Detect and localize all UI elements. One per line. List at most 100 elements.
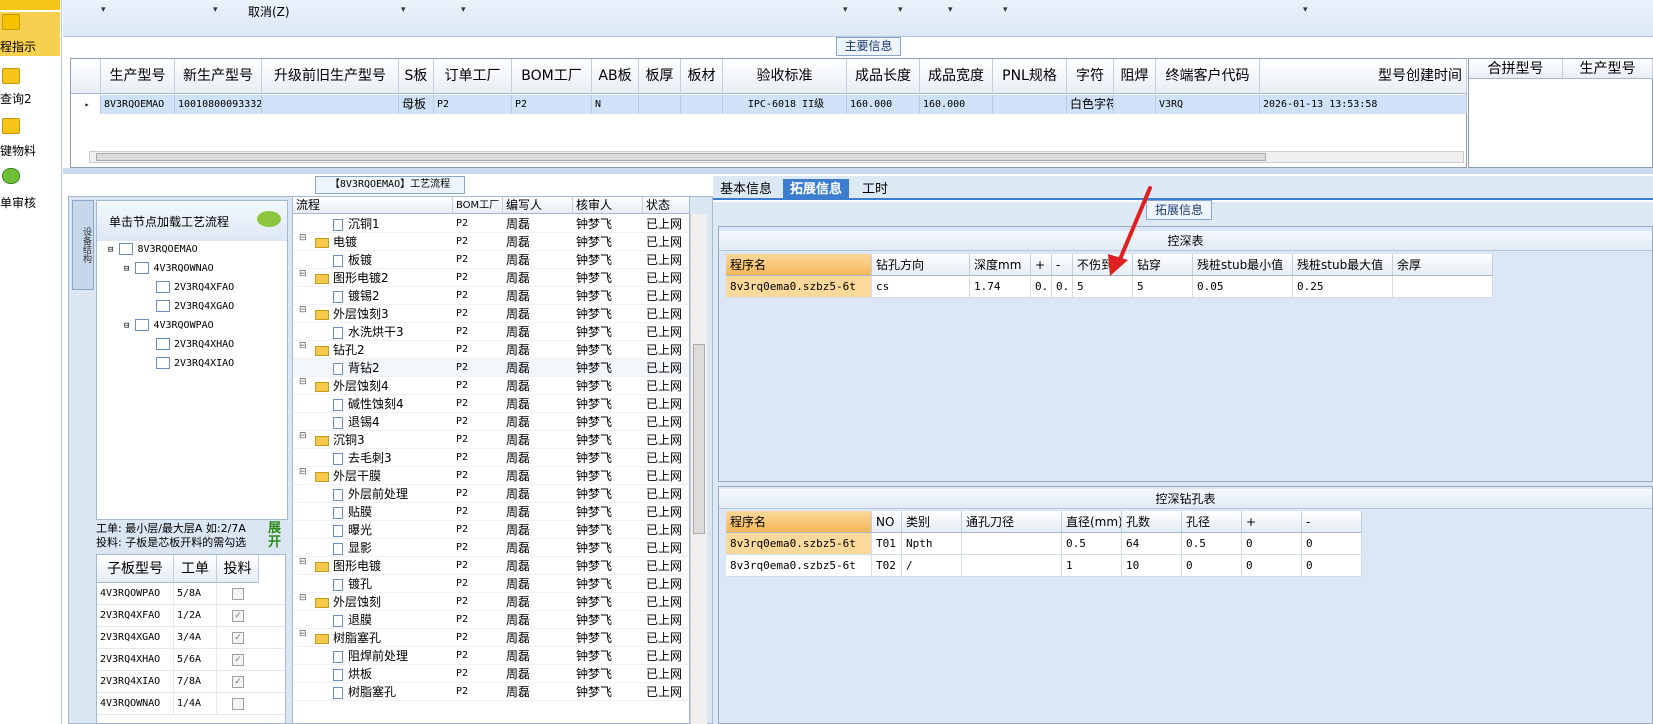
splitter[interactable] [63, 168, 1653, 174]
cell[interactable]: 母板 [399, 95, 434, 114]
sub-board-row[interactable]: 2V3RQ4XIAO 7/8A ✓ [97, 671, 285, 693]
nav-item-query2[interactable]: 查询2 [0, 66, 60, 106]
cell[interactable]: 0 [1302, 555, 1362, 577]
process-row[interactable]: ⊟ 电镀 P2 周磊 钟梦飞 已上网 [293, 233, 689, 251]
process-row[interactable]: ⊟ 外层干膜 P2 周磊 钟梦飞 已上网 [293, 467, 689, 485]
cell[interactable]: 1 [1062, 555, 1122, 577]
cell[interactable]: 0 [1242, 533, 1302, 555]
col-header[interactable]: 编写人 [503, 197, 573, 214]
scroll-thumb[interactable] [96, 153, 1266, 161]
chevron-down-icon[interactable]: ▾ [101, 5, 106, 15]
sub-board-row[interactable]: 2V3RQ4XFAO 1/2A ✓ [97, 605, 285, 627]
cell[interactable]: 10 [1122, 555, 1182, 577]
col-header[interactable]: 流程 [293, 197, 453, 214]
process-row[interactable]: 去毛刺3 P2 周磊 钟梦飞 已上网 [293, 449, 689, 467]
cell[interactable] [681, 95, 723, 114]
col-header[interactable]: AB板 [592, 59, 639, 94]
cell[interactable]: 160.000 [920, 95, 993, 114]
cell[interactable]: / [902, 555, 962, 577]
process-row[interactable]: 退膜 P2 周磊 钟梦飞 已上网 [293, 611, 689, 629]
tab-extended-info[interactable]: 拓展信息 [783, 179, 850, 200]
chevron-down-icon[interactable]: ▾ [843, 5, 848, 15]
col-header[interactable]: 孔径 [1182, 511, 1242, 533]
chevron-down-icon[interactable]: ▾ [401, 5, 406, 15]
process-row[interactable]: ⊟ 沉铜3 P2 周磊 钟梦飞 已上网 [293, 431, 689, 449]
collapse-icon[interactable]: ⊟ [299, 557, 307, 567]
col-header[interactable]: 程序名 [726, 511, 872, 533]
cell[interactable]: 白色字符 [1067, 95, 1114, 114]
col-header[interactable]: 余厚 [1393, 254, 1493, 276]
col-header[interactable]: 型号创建时间 [1260, 59, 1467, 94]
process-row[interactable]: 碱性蚀刻4 P2 周磊 钟梦飞 已上网 [293, 395, 689, 413]
cell[interactable]: cs [872, 276, 970, 298]
process-row[interactable]: 水洗烘干3 P2 周磊 钟梦飞 已上网 [293, 323, 689, 341]
cell[interactable] [993, 95, 1067, 114]
col-header[interactable]: 新生产型号 [175, 59, 262, 94]
feed-checkbox[interactable]: ✓ [232, 654, 244, 666]
col-header[interactable]: PNL规格 [993, 59, 1067, 94]
col-header[interactable]: 升级前旧生产型号 [262, 59, 399, 94]
col-header[interactable]: NO [872, 511, 902, 533]
col-header[interactable]: 成品宽度 [920, 59, 993, 94]
tree-node[interactable]: 2V3RQ4XGAO [156, 300, 234, 312]
cell[interactable]: 0.5 [1182, 533, 1242, 555]
col-header[interactable]: 核审人 [573, 197, 643, 214]
cell[interactable]: 8v3rq0ema0.szbz5-6t [726, 533, 872, 555]
tab-basic-info[interactable]: 基本信息 [713, 179, 779, 200]
col-header[interactable]: 程序名 [726, 254, 872, 276]
chevron-down-icon[interactable]: ▾ [948, 5, 953, 15]
sub-board-row[interactable]: 2V3RQ4XGAO 3/4A ✓ [97, 627, 285, 649]
cell[interactable] [962, 555, 1062, 577]
col-header[interactable]: BOM工厂 [453, 197, 503, 214]
scroll-thumb[interactable] [693, 344, 705, 534]
tree-node[interactable]: ⊟ 4V3RQOWNAO [124, 262, 214, 274]
cell[interactable]: N [592, 95, 639, 114]
cancel-button[interactable]: 取消(Z) [248, 3, 290, 20]
collapse-icon[interactable]: ⊟ [299, 629, 307, 639]
device-structure-tab[interactable]: 设备结构 [72, 200, 94, 290]
expand-button[interactable]: 展开 [268, 522, 286, 552]
col-header[interactable]: 类别 [902, 511, 962, 533]
col-header[interactable]: - [1052, 254, 1073, 276]
chevron-down-icon[interactable]: ▾ [213, 5, 218, 15]
tree-node[interactable]: ⊟ 4V3RQOWPAO [124, 319, 214, 331]
feed-checkbox[interactable]: ✓ [232, 610, 244, 622]
cell[interactable]: 0.05 [1193, 276, 1293, 298]
col-header[interactable]: 生产型号 [1563, 59, 1653, 79]
sub-board-row[interactable]: 4V3RQOWPAO 5/8A [97, 583, 285, 605]
row-indicator[interactable]: ▸ [71, 95, 101, 114]
process-row[interactable]: 曝光 P2 周磊 钟梦飞 已上网 [293, 521, 689, 539]
cell[interactable]: 10010800093332 [175, 95, 262, 114]
collapse-icon[interactable]: ⊟ [299, 467, 307, 477]
cell[interactable]: 0.25 [1293, 276, 1393, 298]
col-header[interactable]: 投料 [217, 555, 259, 583]
col-header[interactable]: S板 [399, 59, 434, 94]
tree-node[interactable]: 2V3RQ4XHAO [156, 338, 234, 350]
col-header[interactable]: 订单工厂 [434, 59, 512, 94]
sub-board-row[interactable]: 4V3RQOWNAO 1/4A [97, 693, 285, 715]
process-row[interactable]: ⊟ 树脂塞孔 P2 周磊 钟梦飞 已上网 [293, 629, 689, 647]
feed-checkbox[interactable]: ✓ [232, 632, 244, 644]
cell[interactable]: 0 [1182, 555, 1242, 577]
process-row[interactable]: 退锡4 P2 周磊 钟梦飞 已上网 [293, 413, 689, 431]
feed-checkbox[interactable]: ✓ [232, 676, 244, 688]
col-header[interactable]: 子板型号 [97, 555, 174, 583]
col-header[interactable]: 残桩stub最小值 [1193, 254, 1293, 276]
col-header[interactable]: 钻孔方向 [872, 254, 970, 276]
collapse-icon[interactable]: ⊟ [299, 305, 307, 315]
collapse-icon[interactable]: ⊟ [299, 593, 307, 603]
cell[interactable] [262, 95, 399, 114]
cell[interactable]: P2 [512, 95, 592, 114]
cell[interactable]: 8v3rq0ema0.szbz5-6t [726, 555, 872, 577]
collapse-icon[interactable]: ⊟ [299, 431, 307, 441]
col-header[interactable]: 生产型号 [101, 59, 175, 94]
process-row[interactable]: 外层前处理 P2 周磊 钟梦飞 已上网 [293, 485, 689, 503]
tab-work-hours[interactable]: 工时 [855, 179, 895, 200]
col-header[interactable]: 通孔刀径 [962, 511, 1062, 533]
cell[interactable] [1393, 276, 1493, 298]
process-row[interactable]: ⊟ 钻孔2 P2 周磊 钟梦飞 已上网 [293, 341, 689, 359]
tree-node[interactable]: 2V3RQ4XFAO [156, 281, 234, 293]
chevron-down-icon[interactable]: ▾ [898, 5, 903, 15]
feed-checkbox[interactable] [232, 588, 244, 600]
cell[interactable]: 0.5 [1062, 533, 1122, 555]
